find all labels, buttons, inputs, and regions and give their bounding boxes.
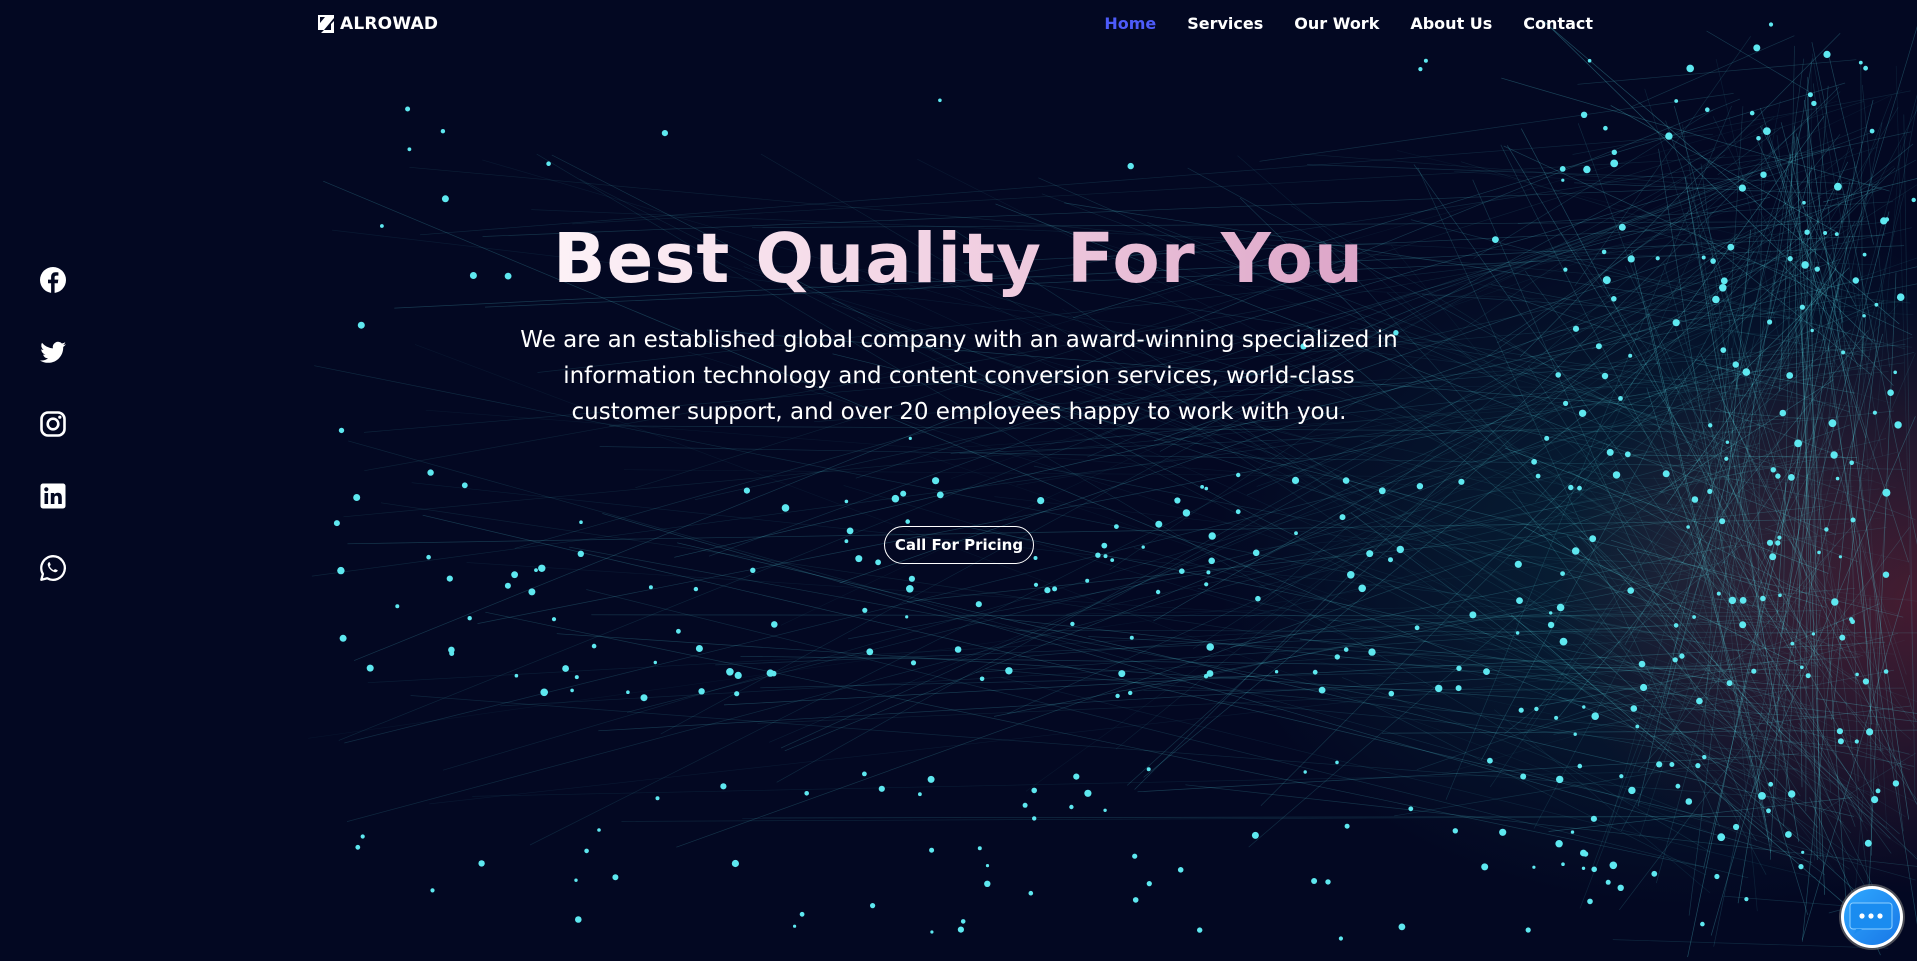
hero-description: We are an established global company wit… bbox=[520, 327, 1398, 425]
page: ALROWAD Home Services Our Work About Us … bbox=[0, 0, 1917, 961]
navbar: ALROWAD Home Services Our Work About Us … bbox=[0, 0, 1917, 50]
whatsapp-link[interactable] bbox=[38, 553, 68, 583]
nav-our-work[interactable]: Our Work bbox=[1294, 14, 1379, 33]
brand-name: ALROWAD bbox=[340, 14, 439, 34]
hero-title: Best Quality For You bbox=[552, 219, 1365, 299]
nav-contact[interactable]: Contact bbox=[1523, 14, 1593, 33]
nav-home[interactable]: Home bbox=[1104, 14, 1156, 33]
call-for-pricing-button[interactable]: Call For Pricing bbox=[884, 526, 1034, 564]
chat-bubble-icon bbox=[1849, 902, 1893, 934]
instagram-icon bbox=[40, 411, 66, 437]
social-sidebar bbox=[38, 265, 68, 625]
twitter-link[interactable] bbox=[38, 337, 68, 367]
chat-widget-button[interactable] bbox=[1841, 886, 1903, 948]
nav-services[interactable]: Services bbox=[1187, 14, 1263, 33]
whatsapp-icon bbox=[40, 555, 66, 581]
alrowad-logo-mark-icon bbox=[318, 15, 334, 33]
logo[interactable]: ALROWAD bbox=[316, 13, 438, 35]
linkedin-icon bbox=[40, 483, 66, 509]
instagram-link[interactable] bbox=[38, 409, 68, 439]
particle-network-background bbox=[308, 21, 1917, 958]
linkedin-link[interactable] bbox=[38, 481, 68, 511]
nav-about-us[interactable]: About Us bbox=[1410, 14, 1492, 33]
main-nav: Home Services Our Work About Us Contact bbox=[1104, 14, 1593, 33]
twitter-icon bbox=[40, 341, 66, 363]
